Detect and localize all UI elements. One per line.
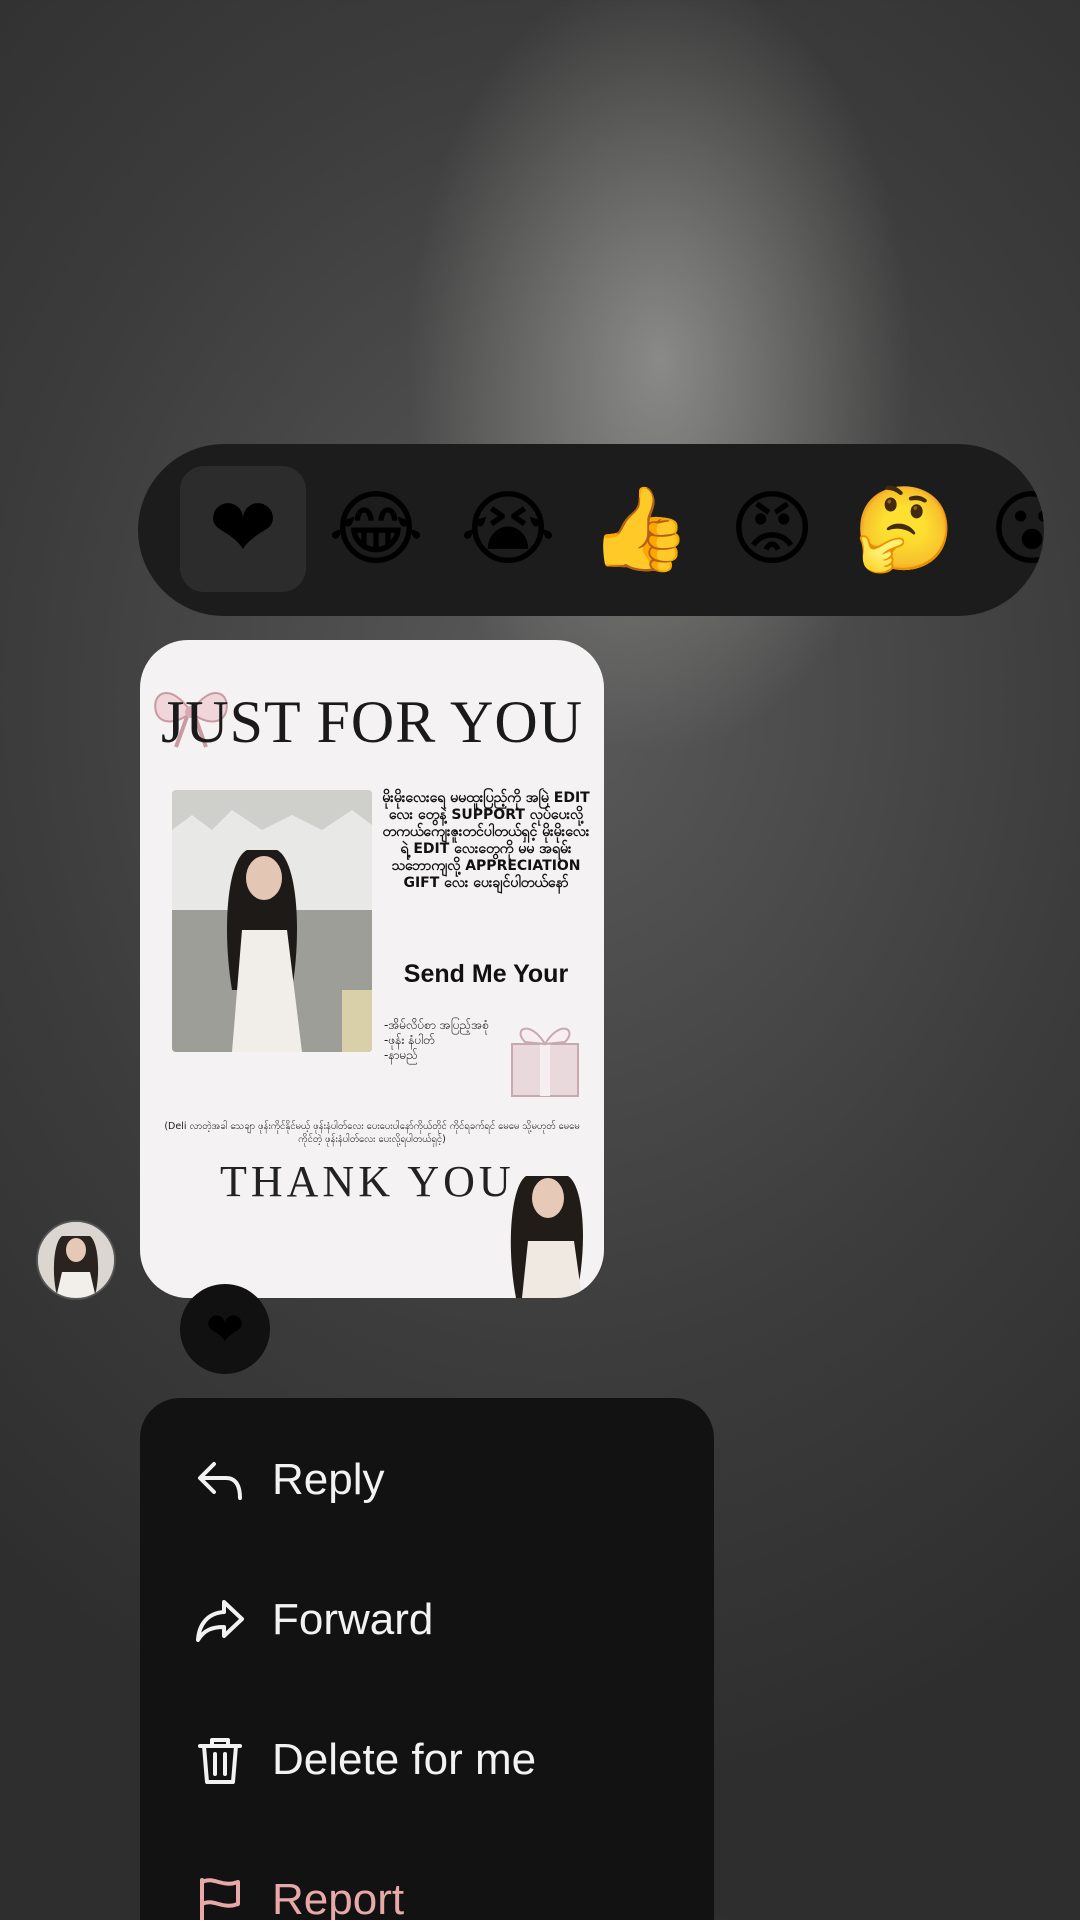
- reaction-thumbs-up[interactable]: 👍: [582, 472, 698, 588]
- reaction-loudly-crying[interactable]: 😭: [450, 472, 566, 588]
- reaction-laughing-crying[interactable]: 😂: [318, 472, 434, 588]
- reaction-bar: ❤ 😂 😭 👍 😡 🤔 😮: [138, 444, 1044, 616]
- sender-avatar[interactable]: [36, 1220, 116, 1300]
- reaction-more[interactable]: 😮: [974, 472, 1044, 588]
- menu-label-reply: Reply: [272, 1455, 385, 1504]
- card-title: JUST FOR YOU: [160, 689, 584, 755]
- context-menu: Reply Forward Delete for me Report: [140, 1398, 714, 1920]
- card-photo: [172, 790, 372, 1052]
- card-body-text: မိုးမိုးလေးရေ မမထူးပြည့်ကို အမြဲ EDIT လေ…: [382, 790, 590, 891]
- card-thank-you: THANK YOU: [220, 1157, 515, 1206]
- card-footnote: (Deli လာတဲ့အခါ သေချာ ဖုန်းကိုင်နိုင်မယ့်…: [164, 1121, 580, 1145]
- menu-item-delete[interactable]: Delete for me: [140, 1690, 714, 1830]
- menu-label-delete: Delete for me: [272, 1735, 537, 1784]
- message-image[interactable]: JUST FOR YOU မိုးမိုးလေးရေ မမထူးပြည့်ကို…: [140, 640, 604, 1298]
- reply-icon: [198, 1462, 242, 1500]
- corner-photo: [510, 1176, 583, 1298]
- reaction-angry[interactable]: 😡: [714, 472, 830, 588]
- trash-icon: [198, 1738, 242, 1784]
- menu-item-reply[interactable]: Reply: [140, 1410, 714, 1550]
- card-list: -အိမ်လိပ်စာ အပြည့်အစုံ -ဖုန်း နံပါတ် -နာ…: [384, 1018, 490, 1062]
- forward-icon: [196, 1600, 244, 1642]
- menu-item-forward[interactable]: Forward: [140, 1550, 714, 1690]
- gift-box-image: [511, 1027, 579, 1097]
- reaction-thinking[interactable]: 🤔: [846, 472, 962, 588]
- card-send-me: Send Me Your: [403, 960, 569, 988]
- menu-label-report: Report: [272, 1875, 405, 1920]
- menu-label-forward: Forward: [272, 1595, 434, 1644]
- flag-icon: [200, 1878, 240, 1920]
- reaction-heart[interactable]: ❤: [180, 466, 306, 592]
- menu-item-report[interactable]: Report: [140, 1830, 714, 1920]
- reaction-badge[interactable]: ❤: [180, 1284, 270, 1374]
